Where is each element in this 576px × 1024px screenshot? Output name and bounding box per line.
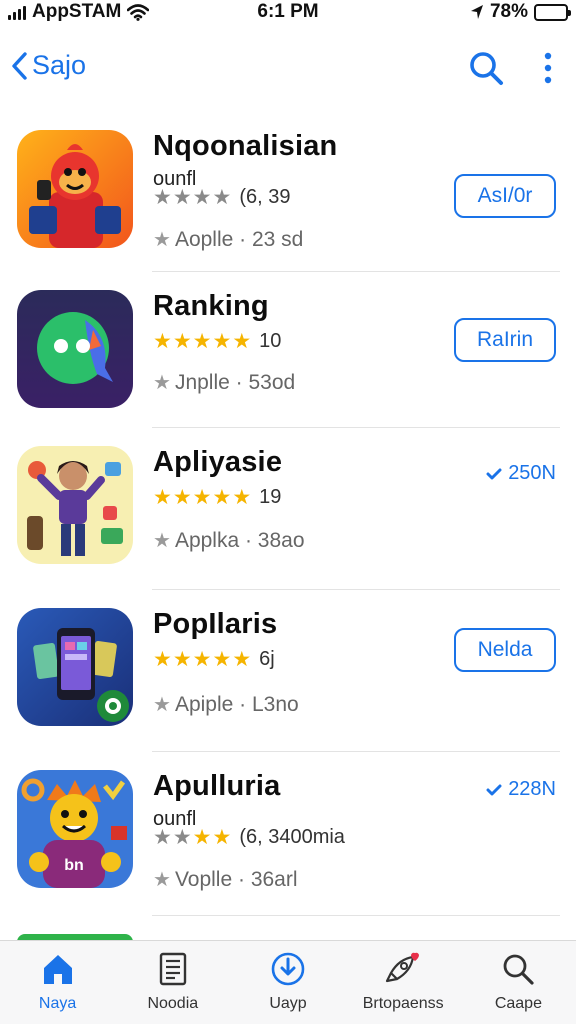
- checkmark-icon: [486, 784, 502, 795]
- app-icon-hero[interactable]: bn: [17, 770, 133, 888]
- tab-bar: Naya Noodia Uayp Brtopaenss Caape: [0, 940, 576, 1024]
- back-button[interactable]: Sajo: [10, 50, 86, 81]
- chevron-left-icon: [12, 51, 27, 80]
- search-icon: [504, 954, 535, 985]
- divider: [152, 915, 560, 916]
- back-label: Sajo: [32, 50, 87, 80]
- app-icon-mascot[interactable]: [17, 130, 133, 248]
- list-item[interactable]: bn Apulluria ounfl ★ ★ ★ ★ (6, 3400mia ★ Vo…: [0, 752, 576, 916]
- app-icon-phone[interactable]: [17, 608, 133, 726]
- rating: ★ ★ ★ ★ ★ 6j: [153, 648, 275, 671]
- rating-count: 6j: [259, 648, 275, 670]
- list-item[interactable]: Ranking ★ ★ ★ ★ ★ 10 ★ Jnplle · 53od RaIrin: [0, 272, 576, 428]
- developer-text: Voplle · 36arl: [174, 867, 298, 891]
- rating-count: (6, 39: [239, 186, 291, 208]
- app-name: Apliyasie: [153, 446, 283, 478]
- star-icon: ★: [153, 530, 171, 552]
- list-item[interactable]: PopIlaris ★ ★ ★ ★ ★ 6j ★ Apiple · L3no Nelda: [0, 590, 576, 752]
- developer-text: Jnplle · 53od: [174, 370, 296, 394]
- app-name: Ranking: [153, 290, 269, 322]
- rocket-icon: [386, 952, 420, 983]
- checkmark-icon: [486, 468, 502, 479]
- battery-percent: 78%: [489, 1, 528, 22]
- nav-search-button[interactable]: [468, 50, 504, 91]
- star-icon: ★: [153, 372, 171, 394]
- battery-icon: [534, 3, 571, 21]
- star-rating-icon: ★ ★ ★ ★ ★: [153, 648, 252, 671]
- tab-updates[interactable]: Uayp: [230, 941, 345, 1024]
- tab-label: Naya: [38, 995, 77, 1012]
- status-bar: AppSTAM 6:1 PM 78%: [0, 0, 576, 26]
- location-arrow-icon: [470, 5, 483, 19]
- tab-arcade[interactable]: Brtopaenss: [346, 941, 461, 1024]
- rating: ★ ★ ★ ★ ★ 19: [153, 486, 281, 509]
- app-icon-character[interactable]: [17, 446, 133, 564]
- star-rating-icon: ★ ★ ★ ★: [153, 186, 232, 209]
- app-name: Nqoonalisian: [153, 130, 338, 162]
- download-size: 228N: [508, 778, 556, 800]
- downloaded-status[interactable]: 228N: [486, 778, 556, 801]
- rating-count: 10: [259, 330, 282, 352]
- star-rating-icon: ★ ★ ★ ★ ★: [153, 486, 252, 509]
- star-icon: ★: [153, 229, 171, 251]
- more-vertical-icon: [544, 52, 552, 84]
- tab-search[interactable]: Caape: [461, 941, 576, 1024]
- rating-count: (6, 3400mia: [239, 826, 345, 848]
- developer-info: ★ Applka · 38ao: [153, 528, 305, 553]
- developer-info: ★ Jnplle · 53od: [153, 370, 295, 395]
- download-size: 250N: [508, 462, 556, 484]
- search-icon: [470, 52, 503, 85]
- get-button[interactable]: RaIrin: [454, 318, 556, 362]
- nav-bar: Sajo: [0, 40, 576, 100]
- developer-info: ★ Voplle · 36arl: [153, 867, 298, 892]
- developer-info: ★ Aoplle · 23 sd: [153, 227, 303, 252]
- status-right: 78%: [470, 1, 571, 23]
- rating: ★ ★ ★ ★ (6, 39: [153, 186, 290, 209]
- tab-label: Brtopaenss: [362, 995, 444, 1012]
- star-rating-icon: ★ ★ ★ ★ ★: [153, 330, 252, 353]
- get-button[interactable]: AsI​/0r: [454, 174, 556, 218]
- app-name: PopIlaris: [153, 608, 278, 640]
- app-list: Nqoonalisian ounfl ★ ★ ★ ★ (6, 39 ★ Aoplle …: [0, 112, 576, 916]
- developer-info: ★ Apiple · L3no: [153, 692, 299, 717]
- star-icon: ★: [153, 694, 171, 716]
- download-icon: [271, 952, 305, 986]
- developer-text: Aoplle · 23 sd: [174, 227, 304, 251]
- star-rating-icon: ★ ★ ★ ★: [153, 826, 232, 849]
- tab-label: Noodia: [147, 995, 199, 1012]
- developer-text: Applka · 38ao: [174, 528, 305, 552]
- tab-news[interactable]: Noodia: [115, 941, 230, 1024]
- app-icon-chat[interactable]: [17, 290, 133, 408]
- news-icon: [159, 952, 186, 986]
- list-item[interactable]: Nqoonalisian ounfl ★ ★ ★ ★ (6, 39 ★ Aoplle …: [0, 112, 576, 272]
- more-options-button[interactable]: [544, 52, 552, 89]
- app-name: Apulluria: [153, 770, 281, 802]
- list-item[interactable]: Apliyasie ★ ★ ★ ★ ★ 19 ★ Applka · 38ao 250N: [0, 428, 576, 590]
- star-icon: ★: [153, 869, 171, 891]
- svg-text:bn: bn: [64, 857, 84, 874]
- home-icon: [43, 955, 72, 984]
- rating: ★ ★ ★ ★ ★ 10: [153, 330, 281, 353]
- tab-label: Uayp: [269, 995, 307, 1012]
- rating-count: 19: [259, 486, 282, 508]
- get-button[interactable]: Nelda: [454, 628, 556, 672]
- downloaded-status[interactable]: 250N: [486, 462, 556, 485]
- developer-text: Apiple · L3no: [174, 692, 299, 716]
- rating: ★ ★ ★ ★ (6, 3400mia: [153, 826, 345, 849]
- tab-label: Caape: [494, 995, 542, 1012]
- tab-today[interactable]: Naya: [0, 941, 115, 1024]
